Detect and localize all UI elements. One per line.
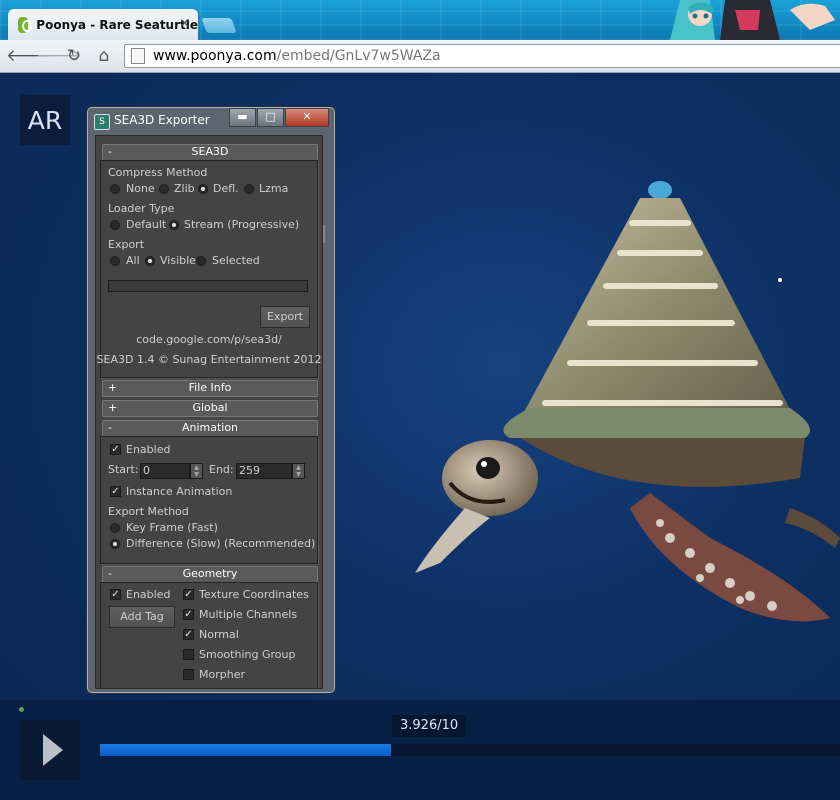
timeline-progress	[100, 744, 391, 756]
rollout-global[interactable]: + Global	[102, 400, 318, 417]
export-selected-label: Selected	[212, 254, 260, 267]
export-visible-label: Visible	[160, 254, 196, 267]
loader-default-label: Default	[126, 218, 167, 231]
play-button[interactable]	[20, 720, 80, 780]
compress-none-radio[interactable]	[110, 184, 120, 194]
sea3d-exporter-window: S SEA3D Exporter ▬ □ ✕ - SEA3D Compress …	[86, 106, 336, 694]
export-selected-radio[interactable]	[196, 256, 206, 266]
normal-checkbox[interactable]: ✓	[183, 629, 194, 640]
animation-enabled-checkbox[interactable]: ✓	[110, 444, 121, 455]
compress-lzma-radio[interactable]	[244, 184, 254, 194]
compress-method-label: Compress Method	[108, 166, 208, 179]
poonya-favicon-icon	[18, 16, 33, 33]
browser-tab-strip: Poonya - Rare Seaturtle ×	[0, 0, 840, 40]
back-icon[interactable]: 🡐	[6, 46, 52, 66]
geometry-enabled-label: Enabled	[126, 588, 171, 601]
minimize-icon[interactable]: ▬	[229, 108, 256, 127]
compress-defl-label: Defl.	[213, 182, 239, 195]
maximize-icon[interactable]: □	[257, 108, 284, 127]
rollout-title: Animation	[181, 421, 239, 434]
rollout-title: File Info	[188, 381, 232, 394]
rollout-title: Global	[192, 401, 228, 414]
export-method-label: Export Method	[108, 505, 189, 518]
animation-enabled-label: Enabled	[126, 443, 171, 456]
rollout-title: Geometry	[182, 567, 238, 580]
instance-animation-checkbox[interactable]: ✓	[110, 486, 121, 497]
close-icon[interactable]: ✕	[285, 108, 329, 127]
tab-title: Poonya - Rare Seaturtle	[36, 17, 198, 32]
smoothing-group-label: Smoothing Group	[199, 648, 296, 661]
export-progress-bar	[108, 280, 308, 292]
end-spinner-icon[interactable]: ▲ ▼	[292, 463, 305, 479]
start-label: Start:	[108, 463, 139, 476]
texture-coordinates-label: Texture Coordinates	[199, 588, 309, 601]
compress-defl-radio[interactable]	[198, 184, 208, 194]
export-all-radio[interactable]	[110, 256, 120, 266]
play-icon	[43, 734, 63, 766]
url-host: www.poonya.com	[153, 48, 277, 64]
keyframe-radio[interactable]	[110, 523, 120, 533]
loader-stream-radio[interactable]	[169, 220, 179, 230]
keyframe-label: Key Frame (Fast)	[126, 521, 218, 534]
morpher-label: Morpher	[199, 668, 245, 681]
tab-close-icon[interactable]: ×	[179, 16, 190, 31]
window-title: SEA3D Exporter	[114, 113, 210, 127]
browser-toolbar: 🡐 🡒 ↻ ⌂ www.poonya.com/embed/GnLv7w5WAZa	[0, 40, 840, 73]
forward-icon[interactable]: 🡒	[36, 46, 82, 66]
instance-animation-label: Instance Animation	[126, 485, 233, 498]
app-icon: S	[94, 114, 110, 130]
export-button[interactable]: Export	[260, 306, 310, 328]
project-link[interactable]: code.google.com/p/sea3d/	[96, 333, 322, 346]
end-label: End:	[209, 463, 234, 476]
difference-label: Difference (Slow) (Recommended)	[126, 537, 316, 550]
loader-default-radio[interactable]	[110, 220, 120, 230]
texture-coordinates-checkbox[interactable]: ✓	[183, 589, 194, 600]
export-label: Export	[108, 238, 145, 251]
theme-character-artwork	[670, 0, 835, 40]
browser-tab[interactable]: Poonya - Rare Seaturtle ×	[8, 9, 198, 40]
smoothing-group-checkbox[interactable]	[183, 649, 194, 660]
time-label: 3.926/10	[392, 715, 467, 737]
compress-zlib-radio[interactable]	[159, 184, 169, 194]
ar-button[interactable]: AR	[20, 95, 70, 145]
multiple-channels-checkbox[interactable]: ✓	[183, 609, 194, 620]
reload-icon[interactable]: ↻	[64, 46, 84, 66]
new-tab-button[interactable]	[201, 18, 237, 33]
player-controls: 3.926/10	[0, 700, 840, 800]
status-dot	[19, 707, 24, 712]
rollout-title: SEA3D	[191, 145, 229, 158]
page-icon	[131, 48, 145, 64]
start-spinner-icon[interactable]: ▲ ▼	[190, 463, 203, 479]
export-visible-radio[interactable]	[145, 256, 155, 266]
exporter-panel: - SEA3D Compress Method None Zlib Defl. …	[95, 135, 323, 689]
window-title-bar[interactable]: S SEA3D Exporter ▬ □ ✕	[87, 107, 335, 133]
rollout-geometry[interactable]: - Geometry	[102, 566, 318, 583]
end-frame-input[interactable]: 259	[236, 463, 292, 479]
version-text: SEA3D 1.4 © Sunag Entertainment 2012	[96, 353, 322, 366]
morpher-checkbox[interactable]	[183, 669, 194, 680]
loader-stream-label: Stream (Progressive)	[184, 218, 300, 231]
rollout-animation[interactable]: - Animation	[102, 420, 318, 437]
loader-type-label: Loader Type	[108, 202, 175, 215]
sea-turtle-model	[415, 181, 840, 622]
rollout-sea3d[interactable]: - SEA3D	[102, 144, 318, 161]
compress-lzma-label: Lzma	[259, 182, 289, 195]
add-tag-button[interactable]: Add Tag	[109, 606, 175, 628]
start-frame-input[interactable]: 0	[140, 463, 190, 479]
home-icon[interactable]: ⌂	[94, 46, 114, 66]
timeline-track[interactable]	[100, 744, 840, 756]
export-all-label: All	[126, 254, 140, 267]
url-path: /embed/GnLv7w5WAZa	[276, 48, 441, 64]
address-bar[interactable]: www.poonya.com/embed/GnLv7w5WAZa	[124, 44, 840, 68]
multiple-channels-label: Multiple Channels	[199, 608, 298, 621]
difference-radio[interactable]	[110, 539, 120, 549]
compress-none-label: None	[126, 182, 155, 195]
compress-zlib-label: Zlib	[174, 182, 195, 195]
normal-label: Normal	[199, 628, 239, 641]
geometry-enabled-checkbox[interactable]: ✓	[110, 589, 121, 600]
rollout-file-info[interactable]: + File Info	[102, 380, 318, 397]
